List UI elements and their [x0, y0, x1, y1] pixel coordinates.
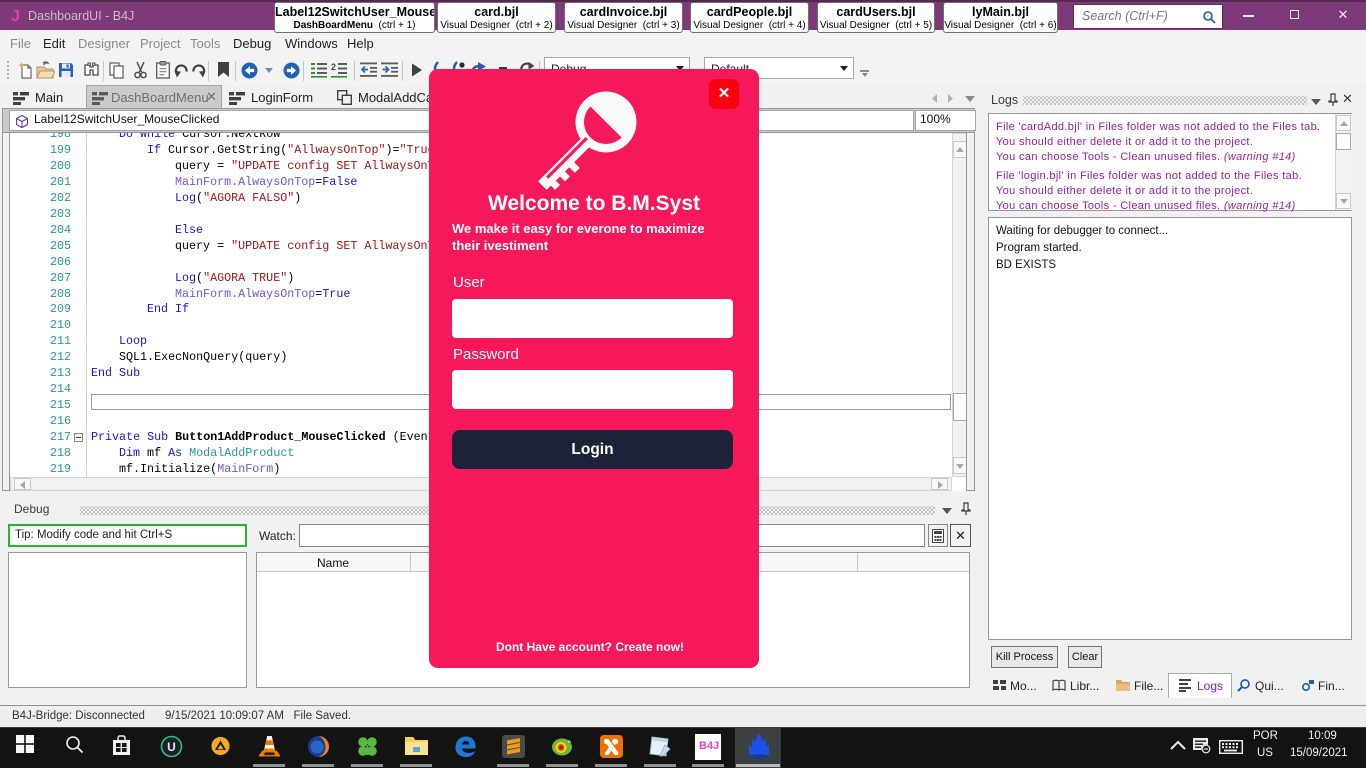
svg-text:2: 2 [331, 62, 336, 72]
svg-text:U: U [167, 740, 176, 754]
